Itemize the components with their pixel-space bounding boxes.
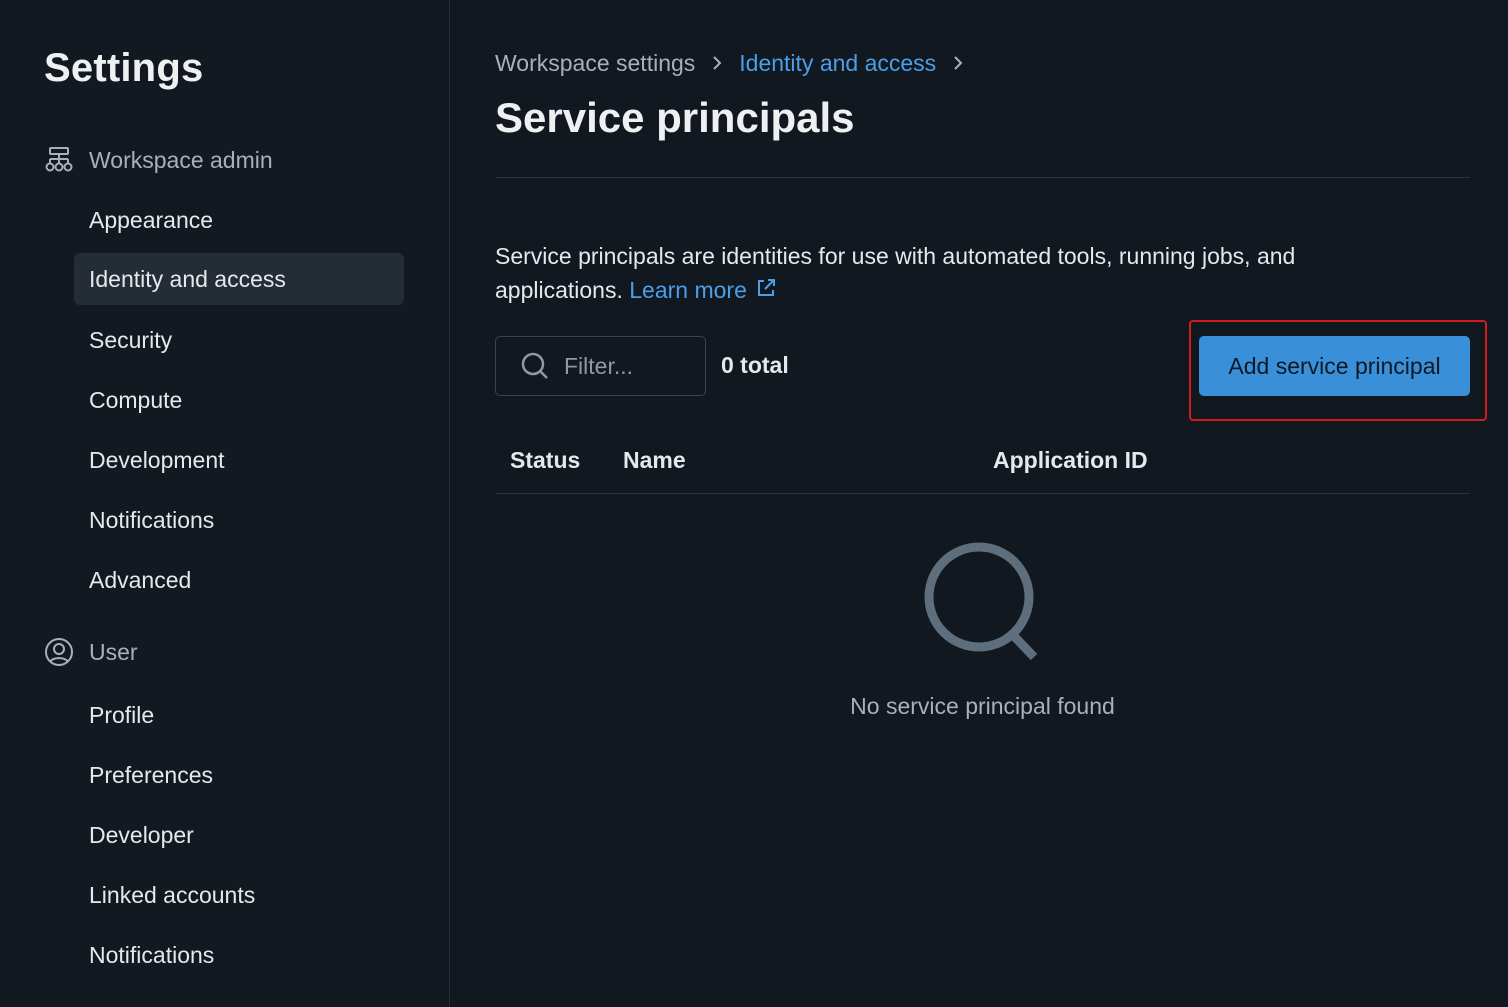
sidebar-item-label: Advanced — [89, 566, 192, 593]
sidebar-item-label: Preferences — [89, 761, 214, 788]
sidebar-item-linked-accounts[interactable]: Linked accounts — [74, 869, 404, 921]
filter-input-container[interactable] — [495, 336, 706, 396]
search-icon — [923, 540, 1043, 665]
page-description: Service principals are identities for us… — [495, 239, 1395, 307]
sidebar-title: Settings — [44, 46, 204, 90]
sidebar-item-preferences[interactable]: Preferences — [74, 749, 404, 801]
chevron-right-icon — [711, 55, 723, 71]
section-header-workspace-admin: Workspace admin — [44, 145, 273, 175]
external-link-icon — [755, 274, 777, 296]
empty-state: No service principal found — [495, 540, 1470, 720]
main-content: Workspace settings Identity and access S… — [451, 0, 1508, 1007]
description-text: Service principals are identities for us… — [495, 243, 1296, 303]
sidebar-item-label: Linked accounts — [89, 881, 256, 908]
column-header-application-id[interactable]: Application ID — [993, 447, 1148, 474]
breadcrumb-identity-and-access[interactable]: Identity and access — [739, 50, 936, 77]
table-header: Status Name Application ID — [495, 430, 1470, 494]
sidebar-item-label: Development — [89, 446, 225, 473]
sidebar-item-label: Developer — [89, 821, 194, 848]
add-service-principal-button[interactable]: Add service principal — [1199, 336, 1470, 396]
divider — [495, 177, 1470, 178]
sidebar-item-developer[interactable]: Developer — [74, 809, 404, 861]
learn-more-link[interactable]: Learn more — [629, 277, 777, 303]
sidebar-item-label: Profile — [89, 701, 155, 728]
filter-input[interactable] — [564, 352, 694, 380]
section-label: Workspace admin — [89, 146, 273, 173]
sidebar-item-advanced[interactable]: Advanced — [74, 554, 404, 606]
section-header-user: User — [44, 637, 138, 667]
section-label: User — [89, 638, 138, 665]
learn-more-label: Learn more — [629, 277, 747, 303]
sidebar-item-label: Compute — [89, 386, 183, 413]
sidebar-item-identity-and-access[interactable]: Identity and access — [74, 253, 404, 305]
sidebar-item-security[interactable]: Security — [74, 314, 404, 366]
total-count: 0 total — [721, 352, 789, 378]
sidebar-item-label: Identity and access — [89, 265, 286, 292]
sidebar-item-label: Appearance — [89, 206, 214, 233]
chevron-right-icon — [952, 55, 964, 71]
page-title: Service principals — [495, 94, 855, 141]
user-circle-icon — [44, 637, 74, 667]
sidebar: Settings Workspace admin Appearance Iden… — [0, 0, 450, 1007]
sidebar-item-compute[interactable]: Compute — [74, 374, 404, 426]
sidebar-item-user-notifications[interactable]: Notifications — [74, 929, 404, 981]
breadcrumb: Workspace settings Identity and access — [495, 48, 980, 78]
sidebar-item-label: Security — [89, 326, 173, 353]
sidebar-item-development[interactable]: Development — [74, 434, 404, 486]
workspace-admin-icon — [44, 145, 74, 175]
sidebar-item-profile[interactable]: Profile — [74, 689, 404, 741]
column-header-name[interactable]: Name — [623, 447, 686, 474]
sidebar-item-label: Notifications — [89, 941, 215, 968]
sidebar-item-appearance[interactable]: Appearance — [74, 194, 404, 246]
breadcrumb-workspace-settings[interactable]: Workspace settings — [495, 50, 695, 77]
app: Settings Workspace admin Appearance Iden… — [0, 0, 1508, 1007]
search-icon — [520, 351, 550, 381]
sidebar-item-label: Notifications — [89, 506, 215, 533]
column-header-status[interactable]: Status — [510, 447, 580, 474]
sidebar-item-notifications[interactable]: Notifications — [74, 494, 404, 546]
empty-state-text: No service principal found — [850, 693, 1115, 719]
